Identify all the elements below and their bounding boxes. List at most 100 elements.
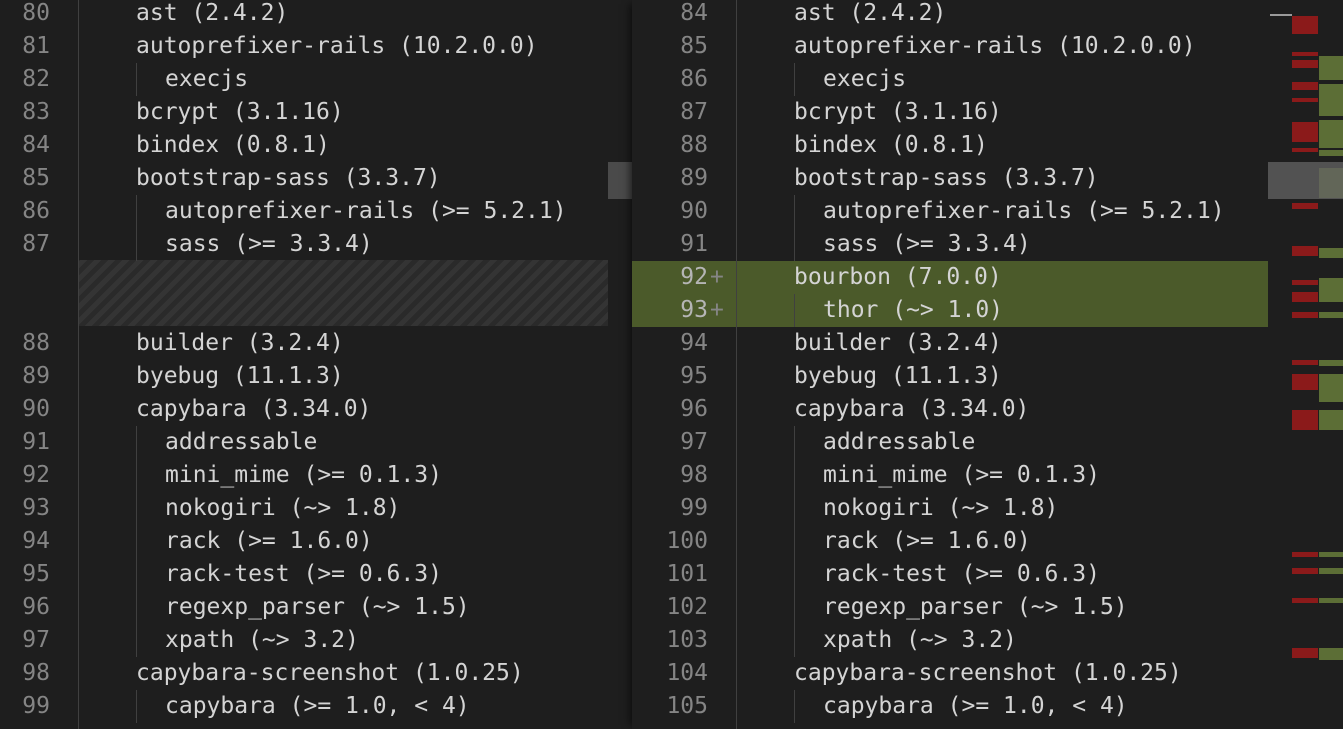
indent-guide: [136, 228, 137, 261]
code-text: sass (>= 3.3.4): [165, 231, 373, 257]
code-line[interactable]: 97 xpath (~> 3.2): [0, 624, 608, 657]
code-line[interactable]: 82 execjs: [0, 63, 608, 96]
overview-deleted-mark: [1292, 292, 1318, 302]
overview-inserted-mark: [1319, 410, 1343, 430]
code-line[interactable]: 85 autoprefixer-rails (10.2.0.0): [632, 30, 1268, 63]
line-number: 105: [666, 693, 708, 719]
overview-inserted-mark: [1319, 552, 1343, 557]
code-line[interactable]: 93 nokogiri (~> 1.8): [0, 492, 608, 525]
code-line[interactable]: 87 sass (>= 3.3.4): [0, 228, 608, 261]
overview-deleted-mark: [1292, 648, 1318, 658]
code-line[interactable]: 80 ast (2.4.2): [0, 0, 608, 30]
code-text: bootstrap-sass (3.3.7): [794, 165, 1099, 191]
code-line[interactable]: 101 rack-test (>= 0.6.3): [632, 558, 1268, 591]
code-line[interactable]: 86 autoprefixer-rails (>= 5.2.1): [0, 195, 608, 228]
code-line[interactable]: 98 mini_mime (>= 0.1.3): [632, 459, 1268, 492]
overview-deleted-mark: [1292, 52, 1318, 56]
original-editor-scrollbar[interactable]: [608, 0, 632, 729]
code-line[interactable]: 95 rack-test (>= 0.6.3): [0, 558, 608, 591]
code-line[interactable]: 89 bootstrap-sass (3.3.7): [632, 162, 1268, 195]
insert-marker: +: [710, 297, 724, 323]
line-number: 98: [22, 660, 50, 686]
line-number: 90: [680, 198, 708, 224]
code-line[interactable]: 103 xpath (~> 3.2): [632, 624, 1268, 657]
code-line[interactable]: 88 bindex (0.8.1): [632, 129, 1268, 162]
code-line[interactable]: 99 capybara (>= 1.0, < 4): [0, 690, 608, 723]
code-line[interactable]: 104 capybara-screenshot (1.0.25): [632, 657, 1268, 690]
line-number: 86: [22, 198, 50, 224]
overview-ruler-slider[interactable]: [1268, 162, 1343, 199]
code-line[interactable]: 92 mini_mime (>= 0.1.3): [0, 459, 608, 492]
inserted-code-line[interactable]: 93 + thor (~> 1.0): [632, 294, 1268, 327]
indent-guide: [136, 63, 137, 96]
code-line[interactable]: 95 byebug (11.1.3): [632, 360, 1268, 393]
code-text: bcrypt (3.1.16): [136, 99, 344, 125]
line-number: 93: [22, 495, 50, 521]
code-line[interactable]: 98 capybara-screenshot (1.0.25): [0, 657, 608, 690]
code-line[interactable]: 90 autoprefixer-rails (>= 5.2.1): [632, 195, 1268, 228]
code-text: ast (2.4.2): [794, 0, 947, 26]
code-line[interactable]: 84 ast (2.4.2): [632, 0, 1268, 30]
overview-deleted-mark: [1292, 148, 1318, 152]
code-line[interactable]: 87 bcrypt (3.1.16): [632, 96, 1268, 129]
code-line[interactable]: 89 byebug (11.1.3): [0, 360, 608, 393]
original-editor-pane[interactable]: 80 ast (2.4.2) 81 autoprefixer-rails (10.2.…: [0, 0, 608, 729]
line-number: 81: [22, 33, 50, 59]
line-number: 86: [680, 66, 708, 92]
code-line[interactable]: 88 builder (3.2.4): [0, 327, 608, 360]
indent-guide: [794, 228, 795, 261]
code-line[interactable]: 94 builder (3.2.4): [632, 327, 1268, 360]
overview-inserted-mark: [1319, 568, 1343, 574]
inserted-code-line[interactable]: 92 + bourbon (7.0.0): [632, 261, 1268, 294]
code-text: mini_mime (>= 0.1.3): [823, 462, 1100, 488]
overview-deleted-mark: [1292, 568, 1318, 574]
code-line[interactable]: 90 capybara (3.34.0): [0, 393, 608, 426]
code-line[interactable]: 105 capybara (>= 1.0, < 4): [632, 690, 1268, 723]
original-scrollbar-slider[interactable]: [608, 162, 632, 199]
code-text: regexp_parser (~> 1.5): [823, 594, 1128, 620]
code-line[interactable]: 83 bcrypt (3.1.16): [0, 96, 608, 129]
code-line[interactable]: 86 execjs: [632, 63, 1268, 96]
line-number: 94: [22, 528, 50, 554]
overview-inserted-mark: [1319, 248, 1343, 258]
code-line[interactable]: 81 autoprefixer-rails (10.2.0.0): [0, 30, 608, 63]
diff-overview-ruler[interactable]: [1268, 0, 1343, 729]
code-line[interactable]: 94 rack (>= 1.6.0): [0, 525, 608, 558]
code-text: autoprefixer-rails (>= 5.2.1): [165, 198, 567, 224]
line-number: 83: [22, 99, 50, 125]
indent-guide: [136, 195, 137, 228]
code-line[interactable]: 97 addressable: [632, 426, 1268, 459]
line-number: 97: [22, 627, 50, 653]
indent-guide: [136, 459, 137, 492]
code-line[interactable]: 84 bindex (0.8.1): [0, 129, 608, 162]
code-text: rack (>= 1.6.0): [823, 528, 1031, 554]
code-line[interactable]: 91 addressable: [0, 426, 608, 459]
diff-spacer-hatch: [78, 260, 608, 326]
code-line[interactable]: 91 sass (>= 3.3.4): [632, 228, 1268, 261]
indent-guide: [136, 525, 137, 558]
overview-inserted-mark: [1319, 150, 1343, 156]
code-line[interactable]: 96 regexp_parser (~> 1.5): [0, 591, 608, 624]
code-text: autoprefixer-rails (10.2.0.0): [136, 33, 538, 59]
code-text: xpath (~> 3.2): [823, 627, 1017, 653]
modified-editor-pane[interactable]: 84 ast (2.4.2) 85 autoprefixer-rails (10.2.…: [632, 0, 1268, 729]
code-line[interactable]: 99 nokogiri (~> 1.8): [632, 492, 1268, 525]
code-text: autoprefixer-rails (>= 5.2.1): [823, 198, 1225, 224]
line-number: 98: [680, 462, 708, 488]
code-line[interactable]: 102 regexp_parser (~> 1.5): [632, 591, 1268, 624]
code-line[interactable]: 100 rack (>= 1.6.0): [632, 525, 1268, 558]
code-text: capybara-screenshot (1.0.25): [794, 660, 1182, 686]
code-text: capybara (3.34.0): [136, 396, 372, 422]
code-line[interactable]: 96 capybara (3.34.0): [632, 393, 1268, 426]
code-text: byebug (11.1.3): [136, 363, 344, 389]
line-number: 94: [680, 330, 708, 356]
overview-inserted-mark: [1319, 84, 1343, 116]
line-number: 99: [22, 693, 50, 719]
code-line[interactable]: 85 bootstrap-sass (3.3.7): [0, 162, 608, 195]
overview-deleted-mark: [1292, 280, 1318, 285]
overview-deleted-mark: [1292, 60, 1318, 68]
overview-deleted-mark: [1292, 203, 1318, 209]
overview-deleted-mark: [1292, 410, 1318, 430]
indent-guide: [794, 525, 795, 558]
code-text: nokogiri (~> 1.8): [823, 495, 1059, 521]
